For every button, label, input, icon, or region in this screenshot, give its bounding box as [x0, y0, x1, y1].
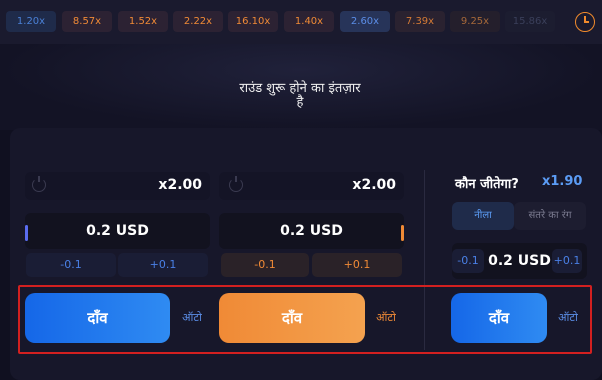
mid-accent-bar — [401, 225, 404, 241]
mid-bet-button[interactable]: दाँव — [219, 293, 365, 343]
left-plus-button[interactable]: +0.1 — [118, 253, 208, 277]
history-chip[interactable]: 1.40x — [284, 11, 334, 32]
history-chip[interactable]: 16.10x — [228, 11, 278, 32]
who-wins-title: कौन जीतेगा? — [455, 177, 519, 192]
power-icon[interactable] — [229, 176, 243, 192]
mid-multiplier-row[interactable]: x2.00 — [219, 172, 404, 200]
left-multiplier-row[interactable]: x2.00 — [25, 172, 210, 200]
history-chip[interactable]: 2.60x — [340, 11, 390, 32]
mid-plus-button[interactable]: +0.1 — [312, 253, 402, 277]
waiting-line-2: है — [296, 95, 304, 110]
history-chip[interactable]: 15.86x — [505, 11, 555, 32]
who-wins-odds: x1.90 — [542, 174, 583, 189]
multiplier-history-bar: 1.20x 8.57x 1.52x 2.22x 16.10x 1.40x 2.6… — [0, 0, 602, 44]
waiting-message: राउंड शुरू होने का इंतज़ार है — [200, 82, 400, 110]
who-auto-button[interactable]: ऑटो — [551, 293, 585, 343]
left-auto-button[interactable]: ऑटो — [175, 293, 209, 343]
mid-minus-button[interactable]: -0.1 — [221, 253, 309, 277]
left-accent-bar — [25, 225, 28, 241]
left-minus-button[interactable]: -0.1 — [26, 253, 116, 277]
mid-amount-value: 0.2 USD — [280, 223, 343, 239]
panel-divider — [424, 170, 425, 350]
tab-orange[interactable]: संतरे का रंग — [514, 202, 586, 230]
mid-amount-field[interactable]: 0.2 USD — [219, 213, 404, 249]
history-chip[interactable]: 8.57x — [62, 11, 112, 32]
mid-auto-button[interactable]: ऑटो — [369, 293, 403, 343]
left-bet-button[interactable]: दाँव — [25, 293, 170, 343]
who-minus-button[interactable]: -0.1 — [452, 249, 484, 273]
waiting-line-1: राउंड शुरू होने का इंतज़ार — [239, 81, 361, 96]
history-chip[interactable]: 9.25x — [450, 11, 500, 32]
history-chip[interactable]: 1.52x — [118, 11, 168, 32]
history-chip[interactable]: 7.39x — [395, 11, 445, 32]
who-plus-button[interactable]: +0.1 — [552, 249, 582, 273]
tab-blue[interactable]: नीला — [452, 202, 514, 230]
history-chip[interactable]: 1.20x — [6, 11, 56, 32]
history-chip[interactable]: 2.22x — [173, 11, 223, 32]
left-amount-value: 0.2 USD — [86, 223, 149, 239]
clock-icon[interactable] — [575, 12, 595, 32]
game-area: राउंड शुरू होने का इंतज़ार है — [0, 44, 602, 130]
who-bet-button[interactable]: दाँव — [451, 293, 547, 343]
left-multiplier-value: x2.00 — [158, 177, 202, 193]
mid-multiplier-value: x2.00 — [352, 177, 396, 193]
who-amount-value: 0.2 USD — [488, 253, 551, 269]
left-amount-field[interactable]: 0.2 USD — [25, 213, 210, 249]
power-icon[interactable] — [32, 176, 46, 192]
